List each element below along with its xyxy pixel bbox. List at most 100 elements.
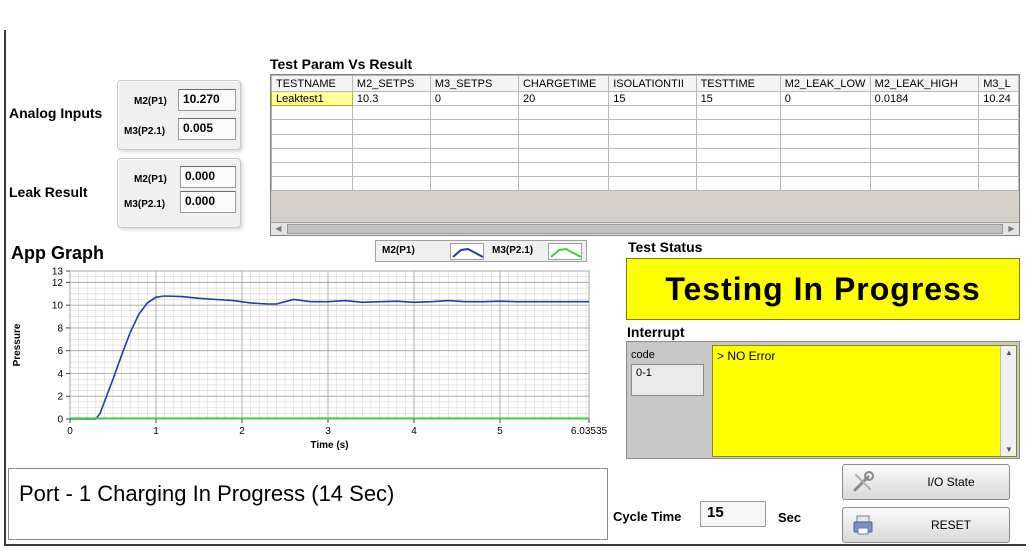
table-cell[interactable] — [351, 105, 431, 121]
y-axis-label: Pressure — [12, 323, 23, 366]
io-state-button[interactable]: I/O State — [842, 464, 1010, 500]
table-row[interactable] — [271, 105, 1019, 121]
table-row[interactable]: Leaktest1 10.3 0 20 15 15 0 0.0184 10.24 — [271, 90, 1019, 107]
error-message-box[interactable]: > NO Error ▲ ▼ — [712, 345, 1017, 457]
analog-inputs-panel: M2(P1) 10.270 M3(P2.1) 0.005 — [117, 80, 241, 150]
column-header[interactable]: M2_LEAK_HIGH — [869, 75, 980, 92]
scrollbar-thumb[interactable] — [287, 224, 1003, 234]
table-cell[interactable] — [695, 119, 781, 135]
table-cell[interactable] — [271, 176, 353, 192]
table-cell[interactable]: Leaktest1 — [271, 90, 353, 107]
y-tick-label: 6 — [57, 346, 63, 357]
table-cell[interactable] — [869, 161, 980, 178]
table-cell[interactable] — [351, 119, 431, 135]
table-cell[interactable] — [978, 161, 1019, 178]
table-row[interactable] — [271, 147, 1019, 163]
reset-button[interactable]: RESET — [842, 507, 1010, 543]
table-cell[interactable]: 15 — [695, 90, 781, 107]
table-cell[interactable] — [608, 133, 697, 149]
scroll-up-arrow-icon[interactable]: ▲ — [1001, 348, 1017, 357]
column-header[interactable]: M2_SETPS — [351, 75, 431, 92]
column-header[interactable]: M3_SETPS — [429, 75, 519, 92]
table-cell[interactable] — [779, 105, 871, 121]
table-cell[interactable]: 15 — [608, 90, 697, 107]
legend-swatch-m2-icon[interactable] — [450, 243, 484, 260]
table-cell[interactable] — [779, 119, 871, 135]
window-frame-bottom — [4, 544, 1026, 546]
table-cell[interactable] — [271, 161, 353, 178]
scroll-left-arrow-icon[interactable]: ◀ — [272, 224, 285, 234]
table-cell[interactable] — [779, 176, 871, 192]
results-table[interactable]: TESTNAME M2_SETPS M3_SETPS CHARGETIME ISOLAT… — [270, 74, 1020, 236]
table-cell[interactable] — [517, 176, 610, 192]
table-cell[interactable] — [869, 147, 980, 163]
table-cell[interactable] — [695, 161, 781, 178]
table-cell[interactable] — [695, 147, 781, 163]
table-cell[interactable] — [978, 147, 1019, 163]
table-cell[interactable] — [608, 147, 697, 163]
table-cell[interactable] — [779, 147, 871, 163]
legend-swatch-m3-icon[interactable] — [548, 243, 582, 260]
column-header[interactable]: M3_L — [978, 75, 1019, 92]
table-cell[interactable] — [271, 105, 353, 121]
table-cell[interactable] — [978, 119, 1019, 135]
table-cell[interactable] — [608, 105, 697, 121]
table-cell[interactable] — [695, 105, 781, 121]
table-cell[interactable] — [779, 133, 871, 149]
table-cell[interactable]: 0 — [429, 90, 519, 107]
column-header[interactable]: TESTNAME — [271, 75, 353, 92]
table-cell[interactable] — [517, 133, 610, 149]
table-cell[interactable]: 0 — [779, 90, 871, 107]
table-cell[interactable] — [517, 119, 610, 135]
column-header[interactable]: ISOLATIONTII — [608, 75, 697, 92]
table-cell[interactable]: 10.3 — [351, 90, 431, 107]
table-cell[interactable] — [869, 176, 980, 192]
table-cell[interactable] — [351, 161, 431, 178]
table-cell[interactable] — [608, 119, 697, 135]
table-row[interactable] — [271, 176, 1019, 192]
table-cell[interactable]: 0.0184 — [869, 90, 980, 107]
table-row[interactable] — [271, 133, 1019, 149]
table-cell[interactable] — [429, 119, 519, 135]
scroll-right-arrow-icon[interactable]: ▶ — [1005, 224, 1018, 234]
table-cell[interactable] — [429, 161, 519, 178]
table-cell[interactable] — [351, 133, 431, 149]
table-cell[interactable]: 10.24 — [978, 90, 1019, 107]
column-header[interactable]: CHARGETIME — [517, 75, 610, 92]
table-cell[interactable] — [517, 161, 610, 178]
table-cell[interactable] — [695, 133, 781, 149]
table-cell[interactable] — [869, 105, 980, 121]
table-cell[interactable] — [271, 119, 353, 135]
table-cell[interactable] — [271, 147, 353, 163]
table-cell[interactable] — [429, 105, 519, 121]
table-cell[interactable] — [351, 176, 431, 192]
table-cell[interactable] — [779, 161, 871, 178]
table-cell[interactable] — [429, 147, 519, 163]
graph-legend[interactable]: M2(P1) M3(P2.1) — [375, 240, 587, 262]
x-tick-label: 2 — [239, 426, 245, 437]
table-cell[interactable] — [978, 133, 1019, 149]
legend-label-m3: M3(P2.1) — [492, 245, 534, 256]
scroll-down-arrow-icon[interactable]: ▼ — [1001, 445, 1017, 454]
table-row[interactable] — [271, 161, 1019, 178]
table-cell[interactable] — [517, 105, 610, 121]
table-cell[interactable] — [271, 133, 353, 149]
error-message-scrollbar[interactable]: ▲ ▼ — [1000, 346, 1016, 456]
table-cell[interactable] — [429, 133, 519, 149]
table-cell[interactable]: 20 — [517, 90, 610, 107]
table-cell[interactable] — [429, 176, 519, 192]
table-cell[interactable] — [978, 105, 1019, 121]
table-cell[interactable] — [869, 119, 980, 135]
table-cell[interactable] — [608, 176, 697, 192]
table-cell[interactable] — [517, 147, 610, 163]
table-cell[interactable] — [351, 147, 431, 163]
table-row[interactable] — [271, 119, 1019, 135]
column-header[interactable]: M2_LEAK_LOW — [779, 75, 871, 92]
table-cell[interactable] — [608, 161, 697, 178]
column-header[interactable]: TESTTIME — [695, 75, 781, 92]
pressure-chart[interactable]: 0 1 2 3 4 5 6.0353502468101213 Time (s) Pressu… — [6, 262, 622, 460]
table-cell[interactable] — [869, 133, 980, 149]
table-cell[interactable] — [695, 176, 781, 192]
table-horizontal-scrollbar[interactable]: ◀ ▶ — [271, 222, 1019, 235]
table-cell[interactable] — [978, 176, 1019, 192]
